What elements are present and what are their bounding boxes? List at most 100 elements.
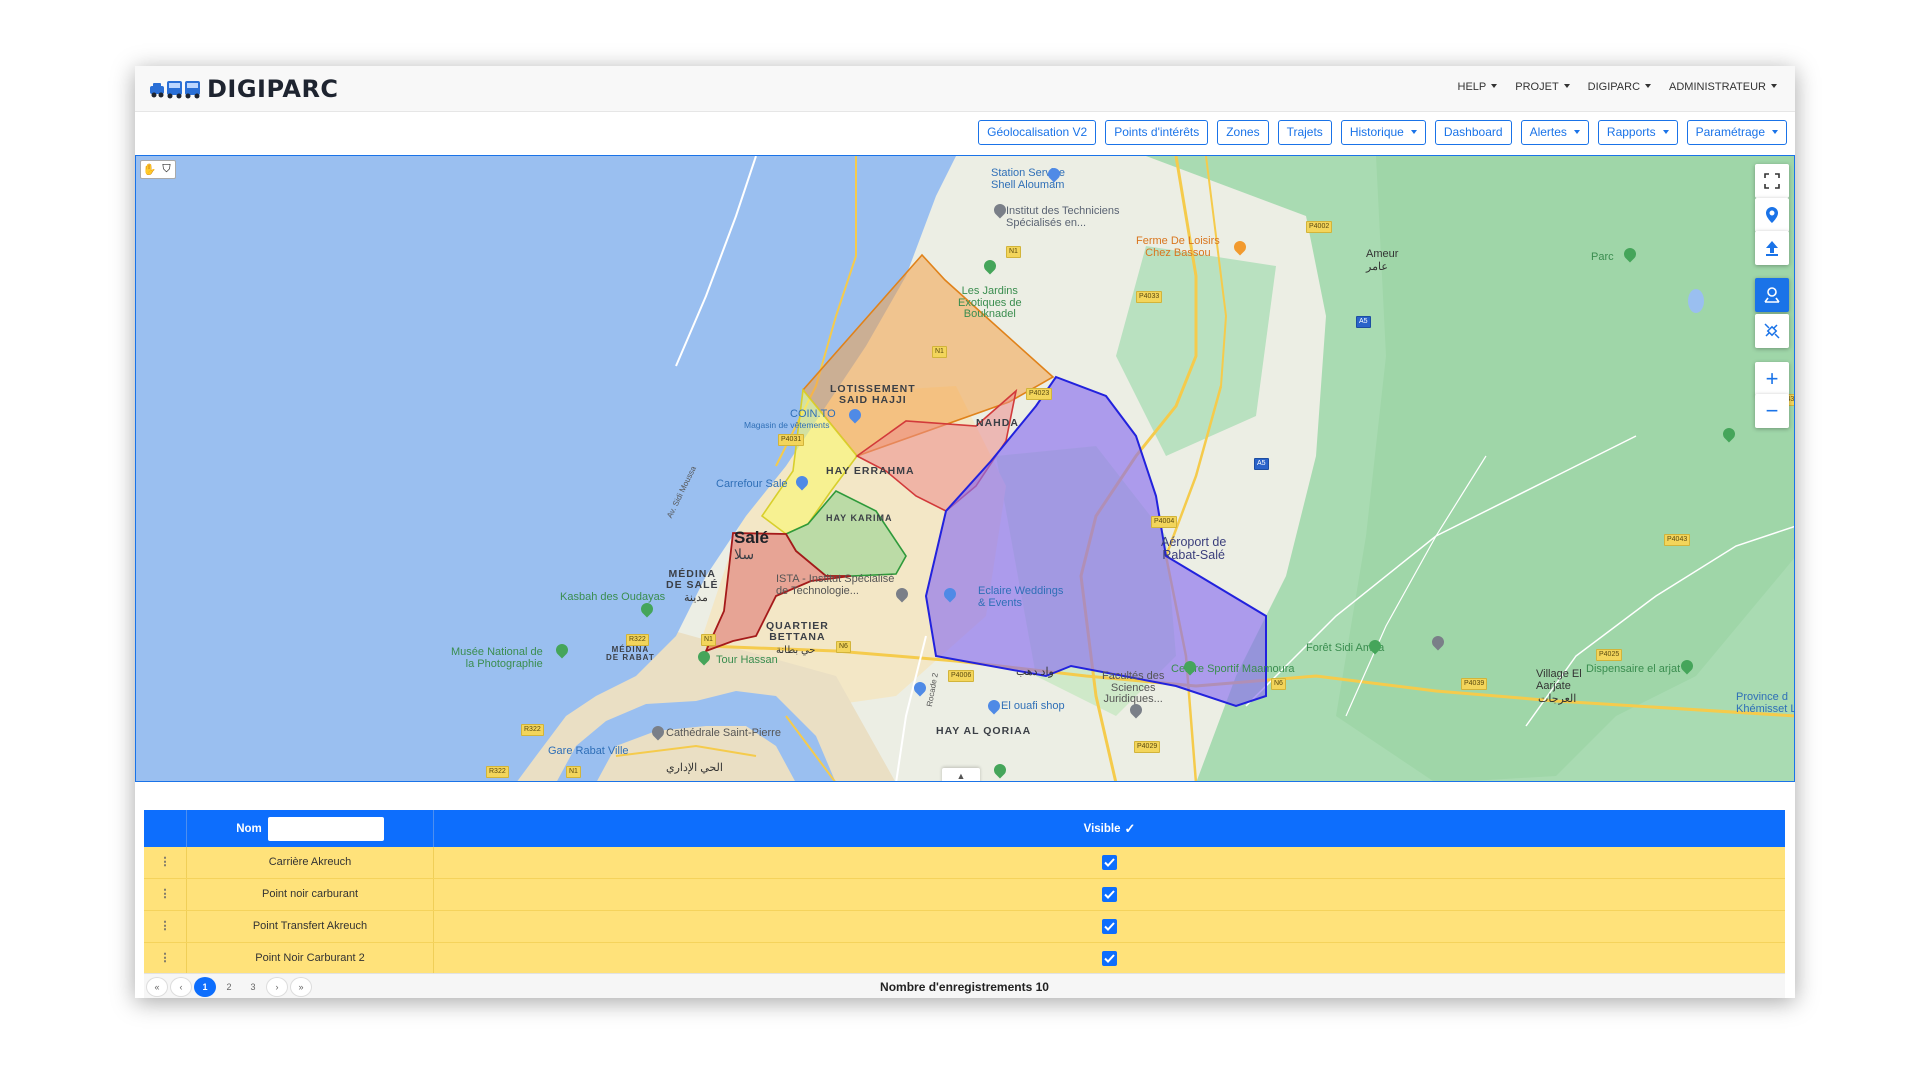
geolocalisation-button[interactable]: Géolocalisation V2: [978, 120, 1097, 145]
table-row[interactable]: ⋮ Carrière Akreuch: [144, 847, 1785, 879]
map-label-hay-idari: الحي الإداري: [666, 762, 723, 774]
map-label-ameur: Ameur: [1366, 248, 1399, 260]
map-label-quartier: QUARTIER BETTANA: [766, 620, 829, 644]
visible-checkbox[interactable]: [1102, 887, 1117, 902]
map-label-hay-errahma: HAY ERRAHMA: [826, 465, 915, 477]
map-label-oued: واد دهب: [1016, 666, 1054, 678]
visible-checkbox[interactable]: [1102, 951, 1117, 966]
visible-checkbox[interactable]: [1102, 855, 1117, 870]
road-tag: N1: [566, 766, 581, 778]
map-label-village-ar: العرجات: [1538, 693, 1577, 705]
vehicles-icon: [150, 81, 200, 99]
map-label-parc: Parc: [1591, 251, 1614, 263]
caret-up-icon: ▲: [956, 771, 966, 781]
table-row[interactable]: ⋮ Point noir carburant: [144, 879, 1785, 911]
road-tag: R322: [486, 766, 509, 778]
road-tag: N1: [701, 634, 716, 646]
road-tag: A5: [1254, 458, 1269, 470]
zoom-out-button[interactable]: −: [1755, 394, 1789, 428]
map-label-ouafi: El ouafi shop: [1001, 700, 1065, 712]
map-label-ameur-ar: عامر: [1366, 261, 1388, 273]
map-label-musee: Musée National de la Photographie: [451, 646, 543, 670]
table-row[interactable]: ⋮ Point Noir Carburant 2: [144, 943, 1785, 975]
check-all-icon[interactable]: ✓: [1124, 821, 1135, 837]
row-visible-cell: [434, 919, 1785, 934]
checkmark-icon: [1104, 890, 1115, 899]
road-tag: P4029: [1134, 741, 1161, 753]
zones-button[interactable]: Zones: [1217, 120, 1269, 145]
map-label-kasbah: Kasbah des Oudayas: [560, 591, 666, 603]
name-filter-input[interactable]: [267, 816, 384, 841]
upload-arrow-icon: [1766, 241, 1778, 256]
map-view[interactable]: Salé سلا Aéroport de Rabat-Salé Station …: [135, 155, 1795, 782]
row-menu-icon[interactable]: ⋮: [144, 879, 187, 910]
points-interets-button[interactable]: Points d'intérêts: [1105, 120, 1209, 145]
road-tag: P4033: [1136, 291, 1163, 303]
menu-help[interactable]: HELP: [1458, 81, 1498, 93]
table-row[interactable]: ⋮ Point Transfert Akreuch: [144, 911, 1785, 943]
road-tag: A5: [1356, 316, 1371, 328]
road-tag: P4031: [778, 434, 805, 446]
road-tag: P4006: [948, 670, 975, 682]
collapse-panel-tab[interactable]: ▲: [942, 768, 980, 781]
map-label-medina-rabat: MÉDINA DE RABAT: [606, 645, 655, 663]
satellite-button[interactable]: [1755, 314, 1789, 348]
zoom-in-button[interactable]: +: [1755, 362, 1789, 396]
draw-polygon-icon[interactable]: ⛉: [158, 161, 175, 178]
trajets-button[interactable]: Trajets: [1277, 120, 1332, 145]
visible-checkbox[interactable]: [1102, 919, 1117, 934]
map-label-quartier-ar: حي بطانة: [776, 645, 816, 656]
header-actions-column: [144, 810, 187, 847]
parametrage-dropdown[interactable]: Paramétrage: [1686, 120, 1787, 145]
road-tag: N6: [1271, 678, 1286, 690]
app-window: DIGIPARC HELP PROJET DIGIPARC ADMINISTRA…: [135, 66, 1795, 998]
road-tag: R322: [626, 634, 649, 646]
row-visible-cell: [434, 855, 1785, 870]
map-label-carrefour: Carrefour Sale: [716, 478, 788, 490]
map-label-medina: MÉDINA DE SALÉ: [666, 568, 719, 592]
checkmark-icon: [1104, 922, 1115, 931]
map-layer-button[interactable]: [1755, 278, 1789, 312]
map-label-tour: Tour Hassan: [716, 654, 778, 666]
road-tag: R322: [521, 724, 544, 736]
table-body: ⋮ Carrière Akreuch ⋮ Point noir carburant ⋮ P…: [144, 847, 1785, 975]
map-label-facultes: Facultés des Sciences Juridiques...: [1102, 670, 1165, 706]
road-tag: N1: [932, 346, 947, 358]
row-menu-icon[interactable]: ⋮: [144, 911, 187, 942]
app-logo[interactable]: DIGIPARC: [149, 75, 339, 103]
header-name-label: Nom: [236, 822, 262, 835]
map-label-dispensaire: Dispensaire el arjat: [1586, 663, 1681, 675]
hand-pan-icon[interactable]: ✋: [141, 161, 158, 178]
road-tag: P4023: [1026, 388, 1053, 400]
locate-button[interactable]: [1755, 198, 1789, 232]
map-label-cathedrale: Cathédrale Saint-Pierre: [666, 727, 781, 739]
map-label-ferme: Ferme De Loisirs Chez Bassou: [1136, 235, 1220, 259]
menu-administrateur[interactable]: ADMINISTRATEUR: [1669, 81, 1777, 93]
dashboard-button[interactable]: Dashboard: [1434, 120, 1512, 145]
header-visible-column: Visible ✓: [434, 810, 1785, 847]
module-toolbar: Géolocalisation V2 Points d'intérêts Zon…: [978, 120, 1787, 145]
menu-projet[interactable]: PROJET: [1515, 81, 1569, 93]
road-tag: P4043: [1664, 534, 1691, 546]
map-label-lotissement: LOTISSEMENT SAID HAJJI: [830, 383, 916, 407]
menu-digiparc[interactable]: DIGIPARC: [1588, 81, 1651, 93]
fullscreen-icon: [1764, 173, 1780, 189]
fullscreen-button[interactable]: [1755, 164, 1789, 198]
row-menu-icon[interactable]: ⋮: [144, 847, 187, 878]
map-label-ista: ISTA - Institut Spécialisé de Technologi…: [776, 573, 895, 597]
map-label-eclaire: Eclaire Weddings & Events: [978, 585, 1064, 609]
road-tag: P4004: [1151, 516, 1178, 528]
top-navbar: DIGIPARC HELP PROJET DIGIPARC ADMINISTRA…: [135, 66, 1795, 112]
map-label-cointo: COIN.TO: [790, 408, 836, 420]
rapports-dropdown[interactable]: Rapports: [1597, 120, 1678, 145]
map-label-sale: Salé: [734, 528, 769, 547]
map-label-sale-ar: سلا: [734, 546, 755, 562]
satellite-icon: [1764, 323, 1780, 339]
row-menu-icon[interactable]: ⋮: [144, 943, 187, 974]
upload-button[interactable]: [1755, 231, 1789, 265]
map-label-airport: Aéroport de Rabat-Salé: [1161, 535, 1227, 563]
alertes-dropdown[interactable]: Alertes: [1520, 120, 1589, 145]
map-marker-icon: [1764, 287, 1780, 303]
historique-dropdown[interactable]: Historique: [1340, 120, 1426, 145]
map-label-medina-ar: مدينة: [684, 592, 708, 604]
